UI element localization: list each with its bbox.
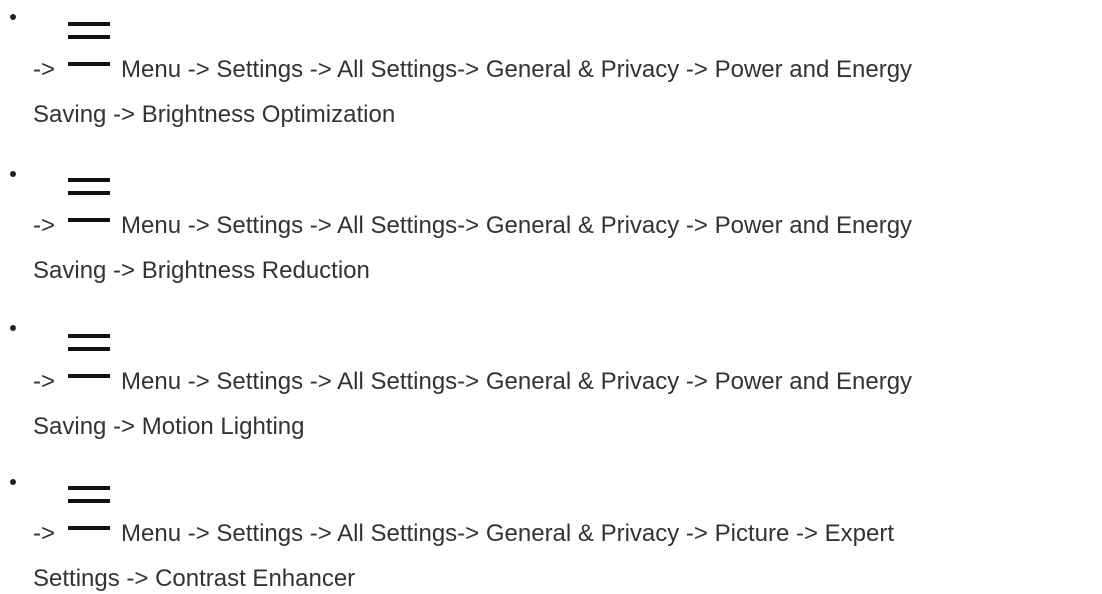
menu-path-text: Menu -> Settings -> All Settings-> Gener… (121, 212, 913, 239)
menu-path-text: Menu -> Settings -> All Settings-> Gener… (121, 368, 913, 395)
arrow-lead: -> (33, 520, 56, 547)
menu-path-continuation: Saving -> Brightness Reduction (33, 257, 370, 284)
menu-path-continuation: Settings -> Contrast Enhancer (33, 565, 356, 592)
hamburger-menu-icon (68, 334, 110, 378)
instruction-list: -> Menu -> Settings -> All Settings-> Ge… (0, 0, 1102, 593)
menu-path-continuation: Saving -> Motion Lighting (33, 413, 305, 440)
bullet (10, 325, 16, 331)
hamburger-menu-icon (68, 486, 110, 530)
menu-path-continuation: Saving -> Brightness Optimization (33, 101, 396, 128)
bullet (10, 14, 16, 20)
bullet (10, 171, 16, 177)
arrow-lead: -> (33, 56, 56, 83)
hamburger-menu-icon (68, 22, 110, 66)
menu-path-text: Menu -> Settings -> All Settings-> Gener… (121, 56, 913, 83)
arrow-lead: -> (33, 212, 56, 239)
menu-path-text: Menu -> Settings -> All Settings-> Gener… (121, 520, 895, 547)
arrow-lead: -> (33, 368, 56, 395)
hamburger-menu-icon (68, 178, 110, 222)
bullet (10, 479, 16, 485)
